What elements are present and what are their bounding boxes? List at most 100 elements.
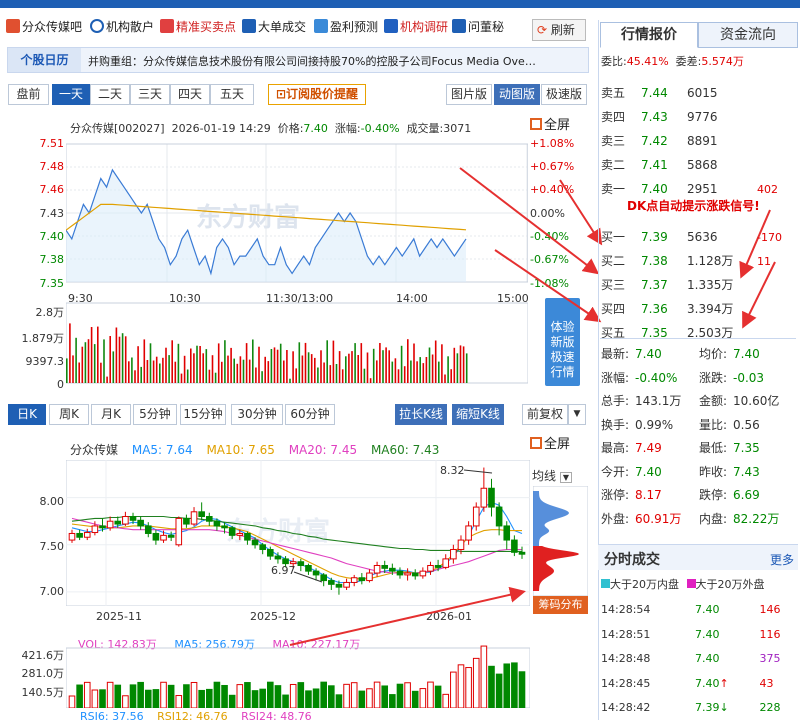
tab-two-days[interactable]: 二天 [90, 84, 130, 105]
nav-ask-secretary[interactable]: 问董秘 [452, 18, 504, 35]
kline-fullscreen-button[interactable]: 全屏 [530, 433, 570, 452]
tick-row: 14:28:51 7.40 116 [601, 628, 781, 641]
volume-bar [427, 681, 434, 708]
nav-label: 机构散户 [106, 20, 155, 34]
candle [267, 548, 274, 557]
stat-label: 今开: [601, 464, 630, 479]
stat-value: 7.35 [733, 441, 760, 455]
y-pct-tick: 0.00% [530, 207, 565, 220]
volume-bar [91, 689, 99, 708]
volume-bar [317, 367, 319, 383]
rsi-legend: RSI6: 37.56 RSI12: 46.76 RSI24: 48.76 [80, 710, 312, 723]
nav-big-deals[interactable]: 大单成交 [242, 18, 306, 35]
volume-bar [193, 353, 195, 383]
candle [343, 581, 350, 588]
nav-institution-research[interactable]: 机构调研 [384, 18, 448, 35]
volume-bar [332, 340, 335, 383]
experience-new-version-button[interactable]: 体验新版极速行情 [545, 298, 580, 386]
volume-bar [261, 371, 263, 383]
nav-institution-retail[interactable]: 机构散户 [90, 18, 154, 35]
volume-bar [118, 336, 121, 383]
candle [373, 564, 381, 574]
volume-bar [258, 346, 260, 383]
adjust-select[interactable]: 前复权 [522, 404, 568, 425]
chevron-down-icon[interactable]: ▼ [568, 404, 586, 425]
stat-row: 涨幅: -0.40% 涨跌: -0.03 [601, 369, 793, 386]
kline-chart[interactable]: 东方财富 8.326.97 [66, 460, 530, 606]
tab-fund-flow[interactable]: 资金流向 [698, 22, 798, 48]
tab-four-days[interactable]: 四天 [170, 84, 210, 105]
tab-image-version[interactable]: 图片版 [446, 84, 492, 105]
volume-bar [363, 368, 366, 383]
volume-bar [444, 374, 446, 383]
tab-one-day[interactable]: 一天 [52, 84, 90, 105]
weibi-value: 45.41% [626, 55, 669, 68]
tab-five-days[interactable]: 五天 [210, 84, 254, 105]
change-label: 涨幅: [334, 122, 361, 135]
tab-30min[interactable]: 30分钟 [231, 404, 283, 425]
volume-bar [376, 360, 378, 383]
tab-5min[interactable]: 5分钟 [133, 404, 177, 425]
order-level: 卖四 [601, 110, 626, 124]
tab-15min[interactable]: 15分钟 [180, 404, 226, 425]
intraday-fullscreen-button[interactable]: 全屏 [530, 114, 570, 133]
nav-buy-sell-points[interactable]: 精准买卖点 [160, 18, 236, 35]
order-row: 卖四 7.43 9776 [601, 108, 757, 125]
tab-monthly-k[interactable]: 月K [91, 404, 131, 425]
volume-bar [279, 343, 282, 383]
volume-bar [233, 358, 235, 383]
tab-fast-version[interactable]: 极速版 [541, 84, 587, 105]
order-price: 7.36 [641, 302, 668, 316]
volume-bar [267, 361, 270, 383]
refresh-button[interactable]: ⟳ 刷新 [532, 19, 586, 41]
swatch-icon [601, 579, 610, 588]
refresh-icon: ⟳ [537, 23, 548, 37]
vol-tick: 9397.3 [25, 355, 65, 368]
candle [381, 564, 389, 569]
shrink-k-button[interactable]: 缩短K线 [452, 404, 504, 425]
volume-bar [310, 354, 313, 383]
volume-bar [465, 353, 468, 383]
candle [442, 558, 450, 568]
tab-animated-version[interactable]: 动图版 [494, 84, 540, 105]
order-level: 卖二 [601, 158, 626, 172]
news-text[interactable]: 并购重组：分众传媒信息技术股份有限公司间接持股70%的控股子公司Focus Me… [88, 53, 536, 69]
tab-60min[interactable]: 60分钟 [285, 404, 335, 425]
candle [236, 532, 244, 536]
candle [389, 567, 396, 572]
volume-bar [373, 681, 381, 708]
tab-daily-k[interactable]: 日K [8, 404, 46, 425]
volume-bar [366, 352, 369, 383]
volume-bar [320, 681, 327, 708]
chip-distribution-button[interactable]: 筹码分布 [533, 596, 588, 614]
volume-bar [97, 326, 99, 383]
volume-bar [472, 657, 480, 708]
volume-bar [389, 694, 396, 708]
stretch-k-button[interactable]: 拉长K线 [395, 404, 447, 425]
tab-weekly-k[interactable]: 周K [49, 404, 89, 425]
volume-bar [289, 378, 291, 383]
y-tick: 7.35 [39, 277, 65, 290]
intraday-chart[interactable]: 东方财富 [66, 138, 528, 388]
volume-bar [129, 684, 137, 708]
volume-bar [155, 356, 158, 383]
indicator-select[interactable]: 均线 ▼ [532, 467, 572, 484]
volume-bar [114, 684, 122, 708]
stat-value: 6.69 [733, 488, 760, 502]
stat-row: 换手: 0.99% 量比: 0.56 [601, 416, 793, 433]
kvol-tick: 140.5万 [21, 686, 65, 699]
candle [160, 534, 167, 541]
tab-quote[interactable]: 行情报价 [600, 22, 698, 48]
nav-stock-forum[interactable]: 分众传媒吧 [6, 18, 82, 35]
nav-profit-forecast[interactable]: 盈利预测 [314, 18, 378, 35]
volume-bar [297, 682, 305, 708]
news-label[interactable]: 个股日历 [8, 48, 81, 72]
stat-row: 最高: 7.49 最低: 7.35 [601, 439, 793, 456]
more-link[interactable]: 更多 [770, 551, 794, 568]
tab-premarket[interactable]: 盘前 [8, 84, 49, 105]
subscribe-alert-button[interactable]: ⊡订阅股价提醒 [268, 84, 366, 105]
high-label: 8.32 [440, 464, 465, 477]
volume-bar [304, 342, 307, 383]
tab-three-days[interactable]: 三天 [130, 84, 170, 105]
candle [83, 532, 91, 538]
